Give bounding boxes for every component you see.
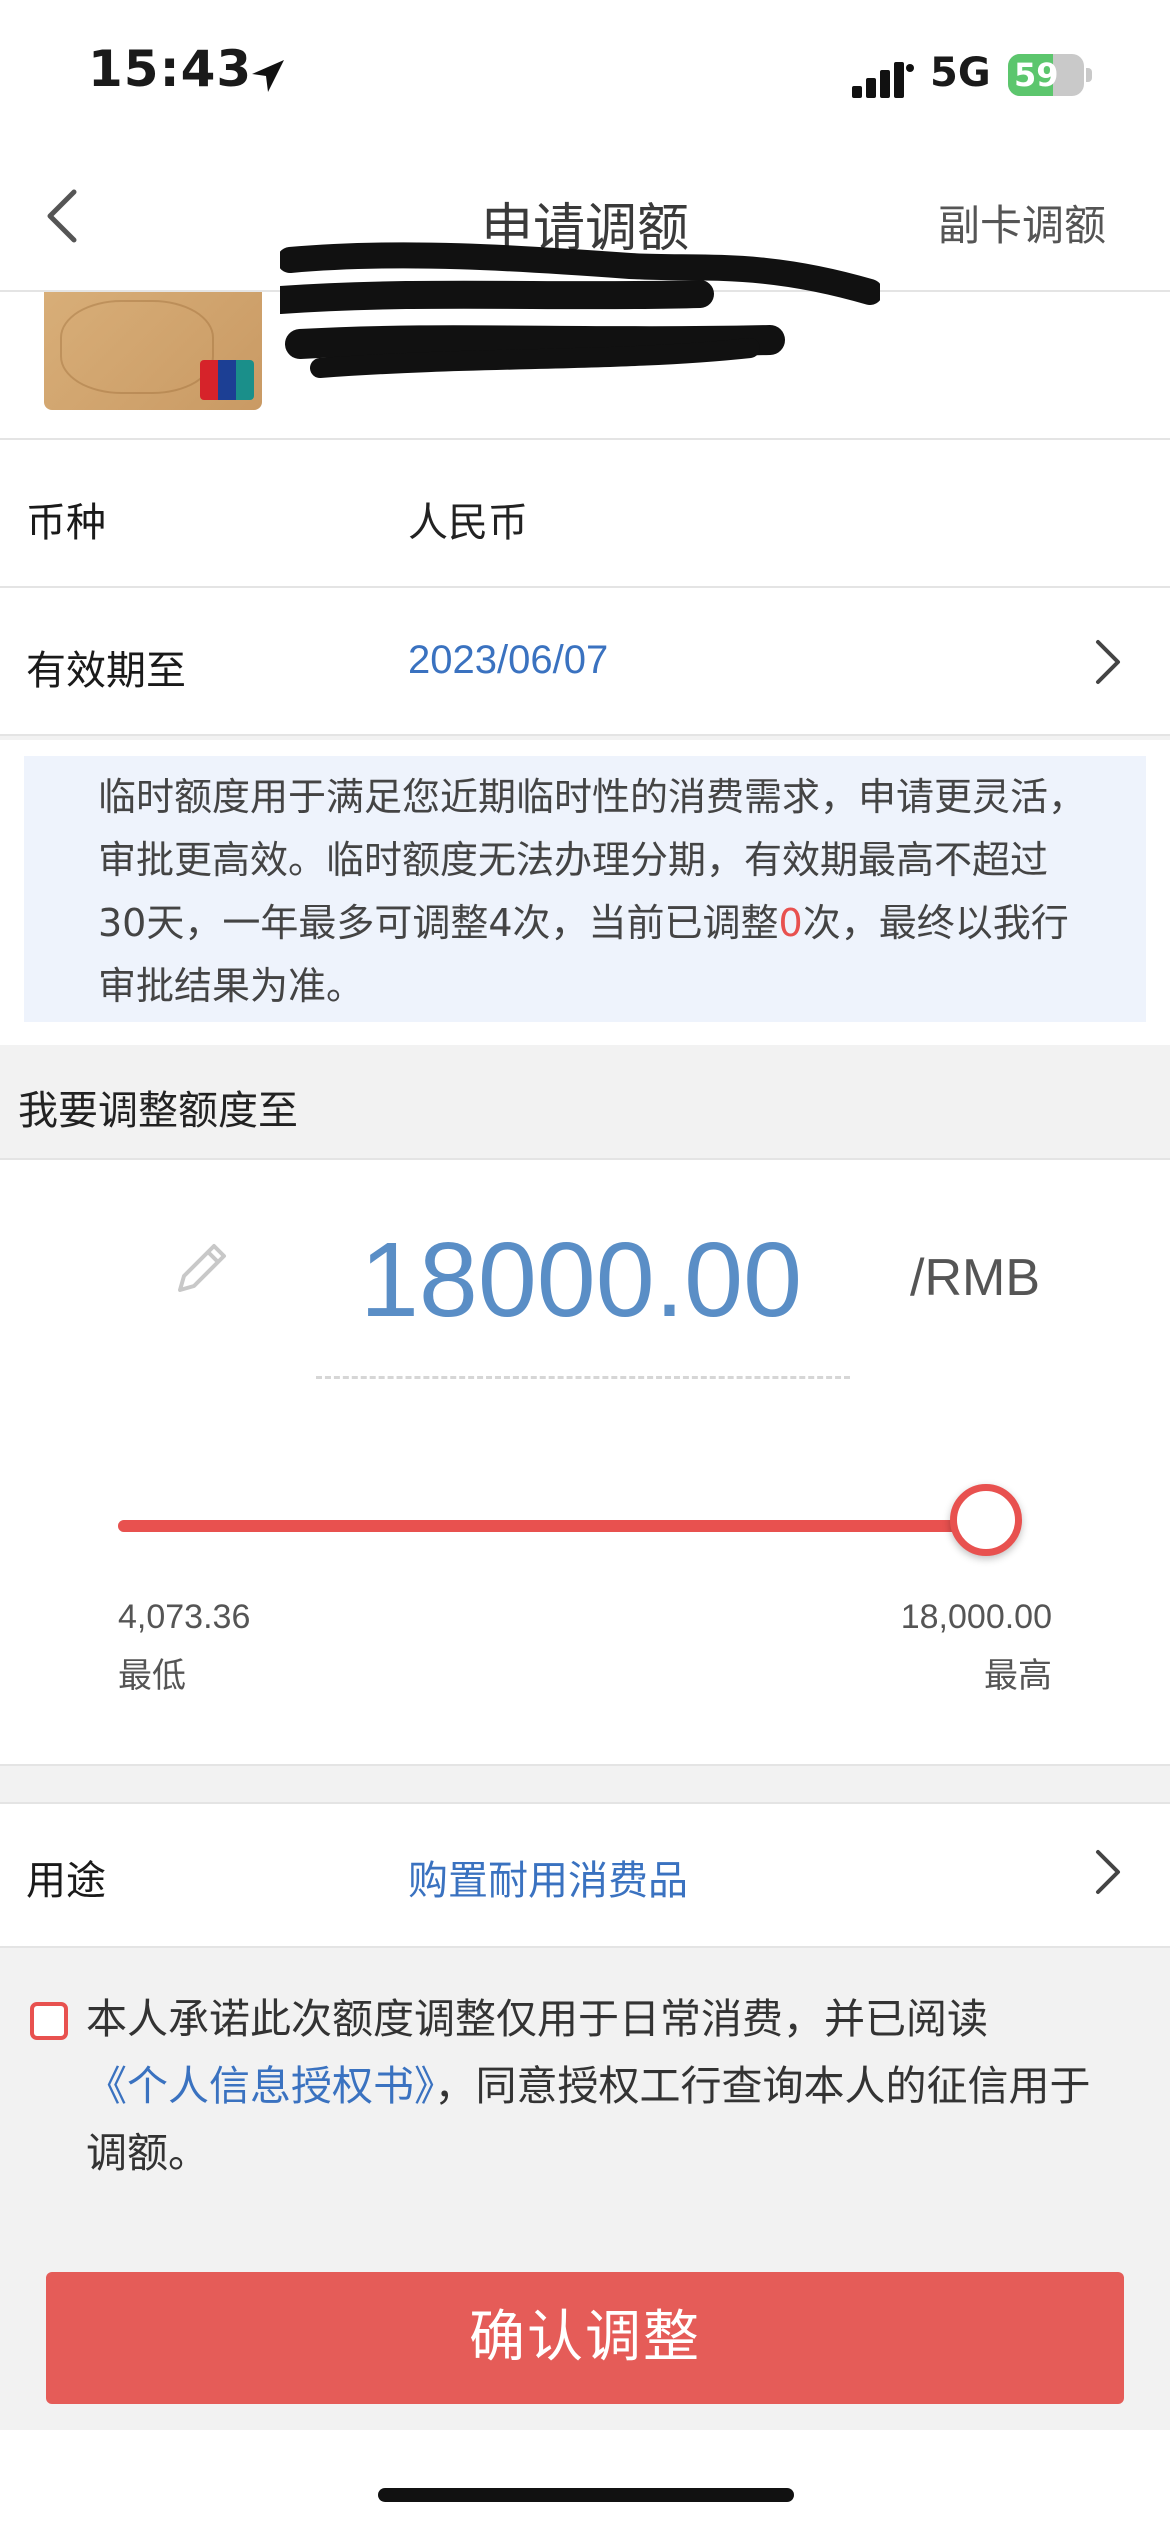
bottom-bar: [0, 2430, 1170, 2532]
expiry-label: 有效期至: [26, 648, 186, 694]
amount-underline: [316, 1376, 850, 1379]
chevron-right-icon[interactable]: [1088, 1842, 1128, 1902]
redaction-scribble: [280, 242, 880, 378]
location-arrow-icon: [252, 60, 284, 92]
slider-track[interactable]: [118, 1520, 1012, 1532]
authorization-letter-link[interactable]: 《个人信息授权书》: [86, 2062, 435, 2110]
slider-fill: [118, 1520, 1012, 1532]
slider-max-label: 最高: [984, 1656, 1052, 1696]
slider-min-label: 最低: [118, 1656, 186, 1696]
unionpay-blue: [218, 360, 236, 400]
adjusted-count: 0: [778, 901, 803, 945]
purpose-value[interactable]: 购置耐用消费品: [408, 1848, 688, 1906]
purpose-label: 用途: [26, 1858, 106, 1904]
slider-max-value: 18,000.00: [900, 1598, 1052, 1636]
confirm-adjust-button[interactable]: 确认调整: [46, 2272, 1124, 2404]
notice-text: 临时额度用于满足您近期临时性的消费需求，申请更灵活，审批更高效。临时额度无法办理…: [98, 766, 1098, 1018]
agreement-text: 本人承诺此次额度调整仅用于日常消费，并已阅读 《个人信息授权书》，同意授权工行查询…: [86, 1986, 1116, 2187]
unionpay-red: [200, 360, 218, 400]
back-icon[interactable]: [30, 170, 100, 260]
secondary-card-adjust-link[interactable]: 副卡调额: [938, 192, 1106, 253]
signal-icon: [852, 62, 914, 98]
agreement-text-start: 本人承诺此次额度调整仅用于日常消费，并已阅读: [86, 1995, 988, 2043]
slider-handle[interactable]: [950, 1484, 1022, 1556]
battery-cap: [1086, 68, 1092, 82]
expiry-value[interactable]: 2023/06/07: [408, 638, 608, 683]
pencil-icon[interactable]: [170, 1236, 234, 1300]
amount-input[interactable]: 18000.00: [356, 1220, 806, 1341]
home-indicator: [378, 2488, 794, 2502]
unionpay-green: [236, 360, 254, 400]
slider-min-value: 4,073.36: [118, 1598, 251, 1636]
network-type: 5G: [930, 50, 991, 96]
status-time: 15:43: [88, 40, 253, 98]
currency-value: 人民币: [408, 500, 528, 546]
section-title: 我要调整额度至: [18, 1088, 298, 1134]
chevron-right-icon[interactable]: [1088, 632, 1128, 692]
unionpay-logo: [200, 360, 254, 400]
currency-label: 币种: [26, 500, 106, 546]
battery-icon: 59: [1008, 54, 1084, 96]
battery-level: 59: [1014, 56, 1059, 94]
currency-row: [0, 440, 1170, 588]
card-pattern: [60, 300, 214, 394]
amount-unit: /RMB: [910, 1249, 1040, 1307]
agreement-checkbox[interactable]: [30, 2002, 68, 2040]
